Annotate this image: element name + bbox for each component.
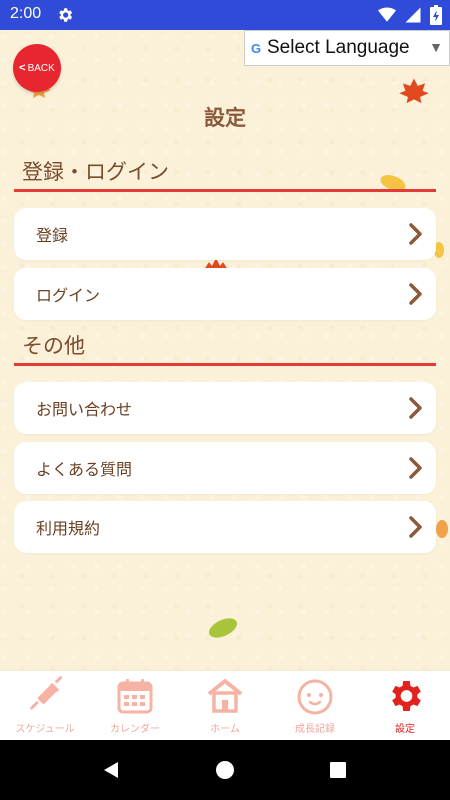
back-triangle-icon[interactable] [100,760,120,780]
nav-item-calendar[interactable]: カレンダー [90,671,180,741]
back-button[interactable]: < BACK [13,44,61,92]
menu-item-register[interactable]: 登録 [14,208,436,260]
status-icons [378,5,442,25]
nav-item-growth[interactable]: 成長記録 [270,671,360,741]
menu-item-faq[interactable]: よくある質問 [14,442,436,494]
syringe-icon [29,676,63,710]
nav-label: 成長記録 [295,724,335,735]
nav-label: スケジュール [15,724,75,735]
calendar-icon [117,679,153,714]
page-title: 設定 [204,106,246,130]
chevron-right-icon [409,516,422,538]
chevron-right-icon [409,283,422,305]
battery-icon [430,5,442,25]
menu-item-terms[interactable]: 利用規約 [14,501,436,553]
wifi-icon [378,7,396,22]
nav-item-home[interactable]: ホーム [180,671,270,741]
signal-icon [405,7,421,23]
leaf-icon [208,618,238,638]
section-heading: 登録・ログイン [22,160,169,184]
baby-face-icon [297,679,333,715]
menu-item-login[interactable]: ログイン [14,268,436,320]
gear-icon [392,681,421,711]
menu-item-label: 登録 [36,226,69,245]
menu-item-contact[interactable]: お問い合わせ [14,382,436,434]
chevron-right-icon [409,457,422,479]
nav-label: 設定 [395,724,415,735]
section-header-other: その他 [14,330,436,366]
menu-item-label: よくある質問 [36,460,133,479]
language-select[interactable]: G Select Language ▼ [244,30,450,66]
status-bar: 2:00 [0,0,450,30]
nav-item-schedule[interactable]: スケジュール [0,671,90,741]
system-navigation-bar [0,740,450,800]
chevron-right-icon [409,397,422,419]
menu-item-label: ログイン [36,286,101,305]
dropdown-arrow-icon: ▼ [429,39,443,55]
home-icon [207,679,243,713]
recents-square-icon[interactable] [329,761,347,779]
section-heading: その他 [22,334,85,358]
back-button-label: BACK [27,62,55,74]
nav-label: カレンダー [110,724,160,735]
settings-notification-icon [59,8,73,22]
language-select-label: Select Language [267,37,410,58]
google-g-icon: G [250,40,262,56]
nav-item-settings[interactable]: 設定 [360,671,450,741]
bottom-navigation: スケジュール カレンダー ホーム 成長記録 設定 [0,670,450,740]
chevron-right-icon [409,223,422,245]
settings-screen: G Select Language ▼ < BACK 設定 登録・ログイン 登録… [0,30,450,670]
chevron-left-icon: < [19,62,26,74]
home-circle-icon[interactable] [215,760,235,780]
section-header-account: 登録・ログイン [14,156,436,192]
menu-item-label: お問い合わせ [36,400,133,419]
menu-item-label: 利用規約 [36,519,101,538]
status-time: 2:00 [10,5,42,22]
nav-label: ホーム [210,724,240,735]
